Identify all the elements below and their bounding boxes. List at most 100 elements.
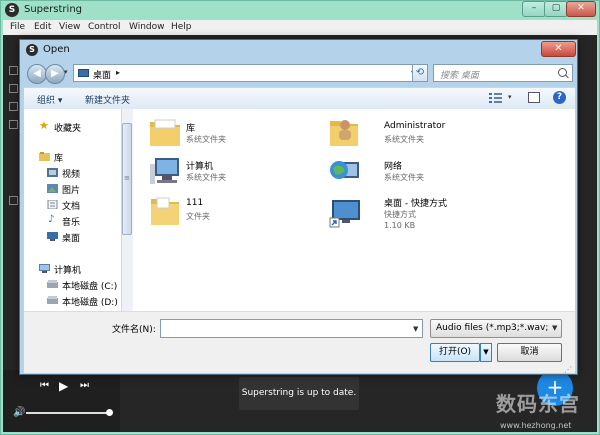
folder-icon	[151, 197, 179, 225]
file-list: 库 系统文件夹 Administrator 系统文件夹 计算机 系统文件夹 网络…	[133, 109, 575, 311]
sidebar-icon-2[interactable]	[9, 84, 18, 93]
dialog-title: Open	[43, 44, 70, 55]
pictures-icon	[47, 184, 58, 193]
dialog-app-icon: S	[26, 44, 38, 56]
search-placeholder: 搜索 桌面	[440, 71, 479, 81]
back-button[interactable]: ◀	[27, 64, 47, 84]
scrollbar-grip-icon: ≡	[124, 174, 130, 182]
file-type-dropdown-icon[interactable]: ▼	[552, 324, 557, 332]
sidebar-icon-1[interactable]	[9, 66, 18, 75]
music-icon: ♪	[48, 214, 55, 225]
new-folder-button[interactable]: 新建文件夹	[85, 93, 130, 106]
preview-pane-icon[interactable]	[528, 92, 540, 103]
maximize-button[interactable]: ▢	[544, 1, 568, 17]
menu-help[interactable]: Help	[171, 22, 192, 32]
player-controls: ⏮ ▶ ⏭ 🔊	[3, 370, 120, 432]
organize-button[interactable]: 组织 ▾	[37, 93, 62, 106]
desktop-icon	[78, 69, 89, 77]
app-titlebar[interactable]: S Superstring – ▢ ✕	[0, 0, 600, 20]
drive-c-icon	[47, 280, 58, 288]
file-type: 系统文件夹	[384, 173, 424, 182]
nav-item-music[interactable]: 音乐	[62, 215, 80, 228]
library-folder-icon	[150, 119, 180, 146]
volume-icon[interactable]: 🔊	[13, 407, 25, 418]
nav-drive-d[interactable]: 本地磁盘 (D:)	[62, 295, 118, 308]
file-type: 系统文件夹	[384, 135, 424, 144]
file-name: 桌面 - 快捷方式	[384, 199, 447, 209]
view-dropdown-icon[interactable]: ▾	[508, 93, 512, 101]
favorites-star-icon: ★	[39, 119, 49, 132]
file-name: 计算机	[186, 162, 214, 172]
recent-locations-dropdown[interactable]: ▾	[64, 68, 68, 76]
file-name: Administrator	[384, 121, 446, 131]
nav-item-documents[interactable]: 文档	[62, 199, 80, 212]
nav-item-video[interactable]: 视频	[62, 167, 80, 180]
play-icon[interactable]: ▶	[59, 379, 68, 393]
open-button[interactable]: 打开(O)	[430, 343, 480, 362]
nav-libraries[interactable]: 库	[54, 151, 63, 164]
dialog-close-button[interactable]: ✕	[541, 41, 576, 57]
menu-view[interactable]: View	[59, 22, 80, 32]
sidebar-icon-4[interactable]	[9, 120, 18, 129]
volume-slider[interactable]	[26, 412, 110, 414]
filename-label: 文件名(N):	[112, 325, 156, 335]
help-icon[interactable]: ?	[553, 91, 566, 104]
search-input[interactable]: 搜索 桌面	[433, 64, 573, 82]
file-type-select[interactable]: Audio files (*.mp3;*.wav;*.sup ▼	[430, 319, 562, 338]
close-button[interactable]: ✕	[566, 1, 596, 17]
breadcrumb-arrow-icon[interactable]: ▸	[116, 68, 120, 77]
menu-control[interactable]: Control	[88, 22, 121, 32]
volume-slider-handle[interactable]	[106, 409, 113, 416]
desktop-icon	[47, 232, 58, 241]
dialog-toolbar: 组织 ▾ 新建文件夹 ▾ ?	[24, 87, 575, 110]
file-size: 1.10 KB	[384, 221, 416, 230]
open-dialog: S Open ✕ ◀ ▶ ▾ 桌面 ▸ ▾ ⟲ 搜索 桌面 组织 ▾ 新建文件夹…	[19, 39, 578, 375]
file-name: 网络	[384, 162, 403, 172]
filename-input[interactable]	[160, 319, 423, 338]
watermark-url: www.hezhong.net	[500, 421, 572, 430]
nav-computer[interactable]: 计算机	[54, 263, 81, 276]
documents-icon	[47, 200, 58, 209]
file-type: 快捷方式	[384, 210, 416, 219]
video-icon	[47, 168, 58, 177]
view-options-icon[interactable]	[489, 92, 503, 104]
refresh-button[interactable]: ⟲	[412, 64, 428, 82]
menu-file[interactable]: File	[10, 22, 25, 32]
network-globe-icon	[330, 161, 359, 179]
filename-dropdown-icon[interactable]: ▼	[413, 325, 418, 333]
update-toast: Superstring is up to date.	[239, 377, 359, 410]
navigation-pane: ★ 收藏夹 库 视频 图片 文档 ♪ 音乐 桌面 计算机 本地磁盘 (C:) 本…	[24, 109, 122, 311]
menu-window[interactable]: Window	[129, 22, 165, 32]
file-type-selected: Audio files (*.mp3;*.wav;*.sup	[436, 323, 548, 333]
desktop-shortcut-icon	[329, 200, 360, 228]
user-folder-icon	[330, 120, 358, 146]
sidebar-icon-3[interactable]	[9, 102, 18, 111]
nav-item-pictures[interactable]: 图片	[62, 183, 80, 196]
computer-icon	[39, 264, 50, 273]
address-location[interactable]: 桌面	[93, 68, 111, 81]
app-logo-icon: S	[5, 3, 19, 17]
address-bar[interactable]: 桌面 ▸ ▾	[73, 64, 427, 82]
watermark-logo: 数码东宫	[496, 392, 580, 416]
file-name: 库	[186, 124, 196, 134]
resize-grip-icon[interactable]: ⋰	[564, 365, 572, 374]
menu-edit[interactable]: Edit	[34, 22, 51, 32]
next-icon[interactable]: ⏭	[80, 380, 89, 391]
computer-icon	[150, 158, 179, 184]
nav-item-desktop[interactable]: 桌面	[62, 231, 80, 244]
minimize-button[interactable]: –	[522, 1, 546, 17]
settings-gear-icon[interactable]	[9, 196, 18, 205]
drive-d-icon	[47, 296, 58, 304]
file-type: 系统文件夹	[186, 135, 226, 144]
open-options-dropdown[interactable]: ▼	[480, 343, 492, 362]
file-name: 111	[186, 198, 204, 208]
file-type: 文件夹	[186, 212, 210, 221]
nav-drive-c[interactable]: 本地磁盘 (C:)	[62, 279, 117, 292]
app-menubar: File Edit View Control Window Help	[3, 20, 597, 35]
forward-button[interactable]: ▶	[45, 64, 65, 84]
cancel-button[interactable]: 取消	[497, 343, 562, 362]
search-icon-handle	[565, 74, 569, 79]
library-icon	[39, 152, 50, 161]
previous-icon[interactable]: ⏮	[40, 380, 49, 391]
nav-favorites[interactable]: 收藏夹	[54, 121, 81, 134]
